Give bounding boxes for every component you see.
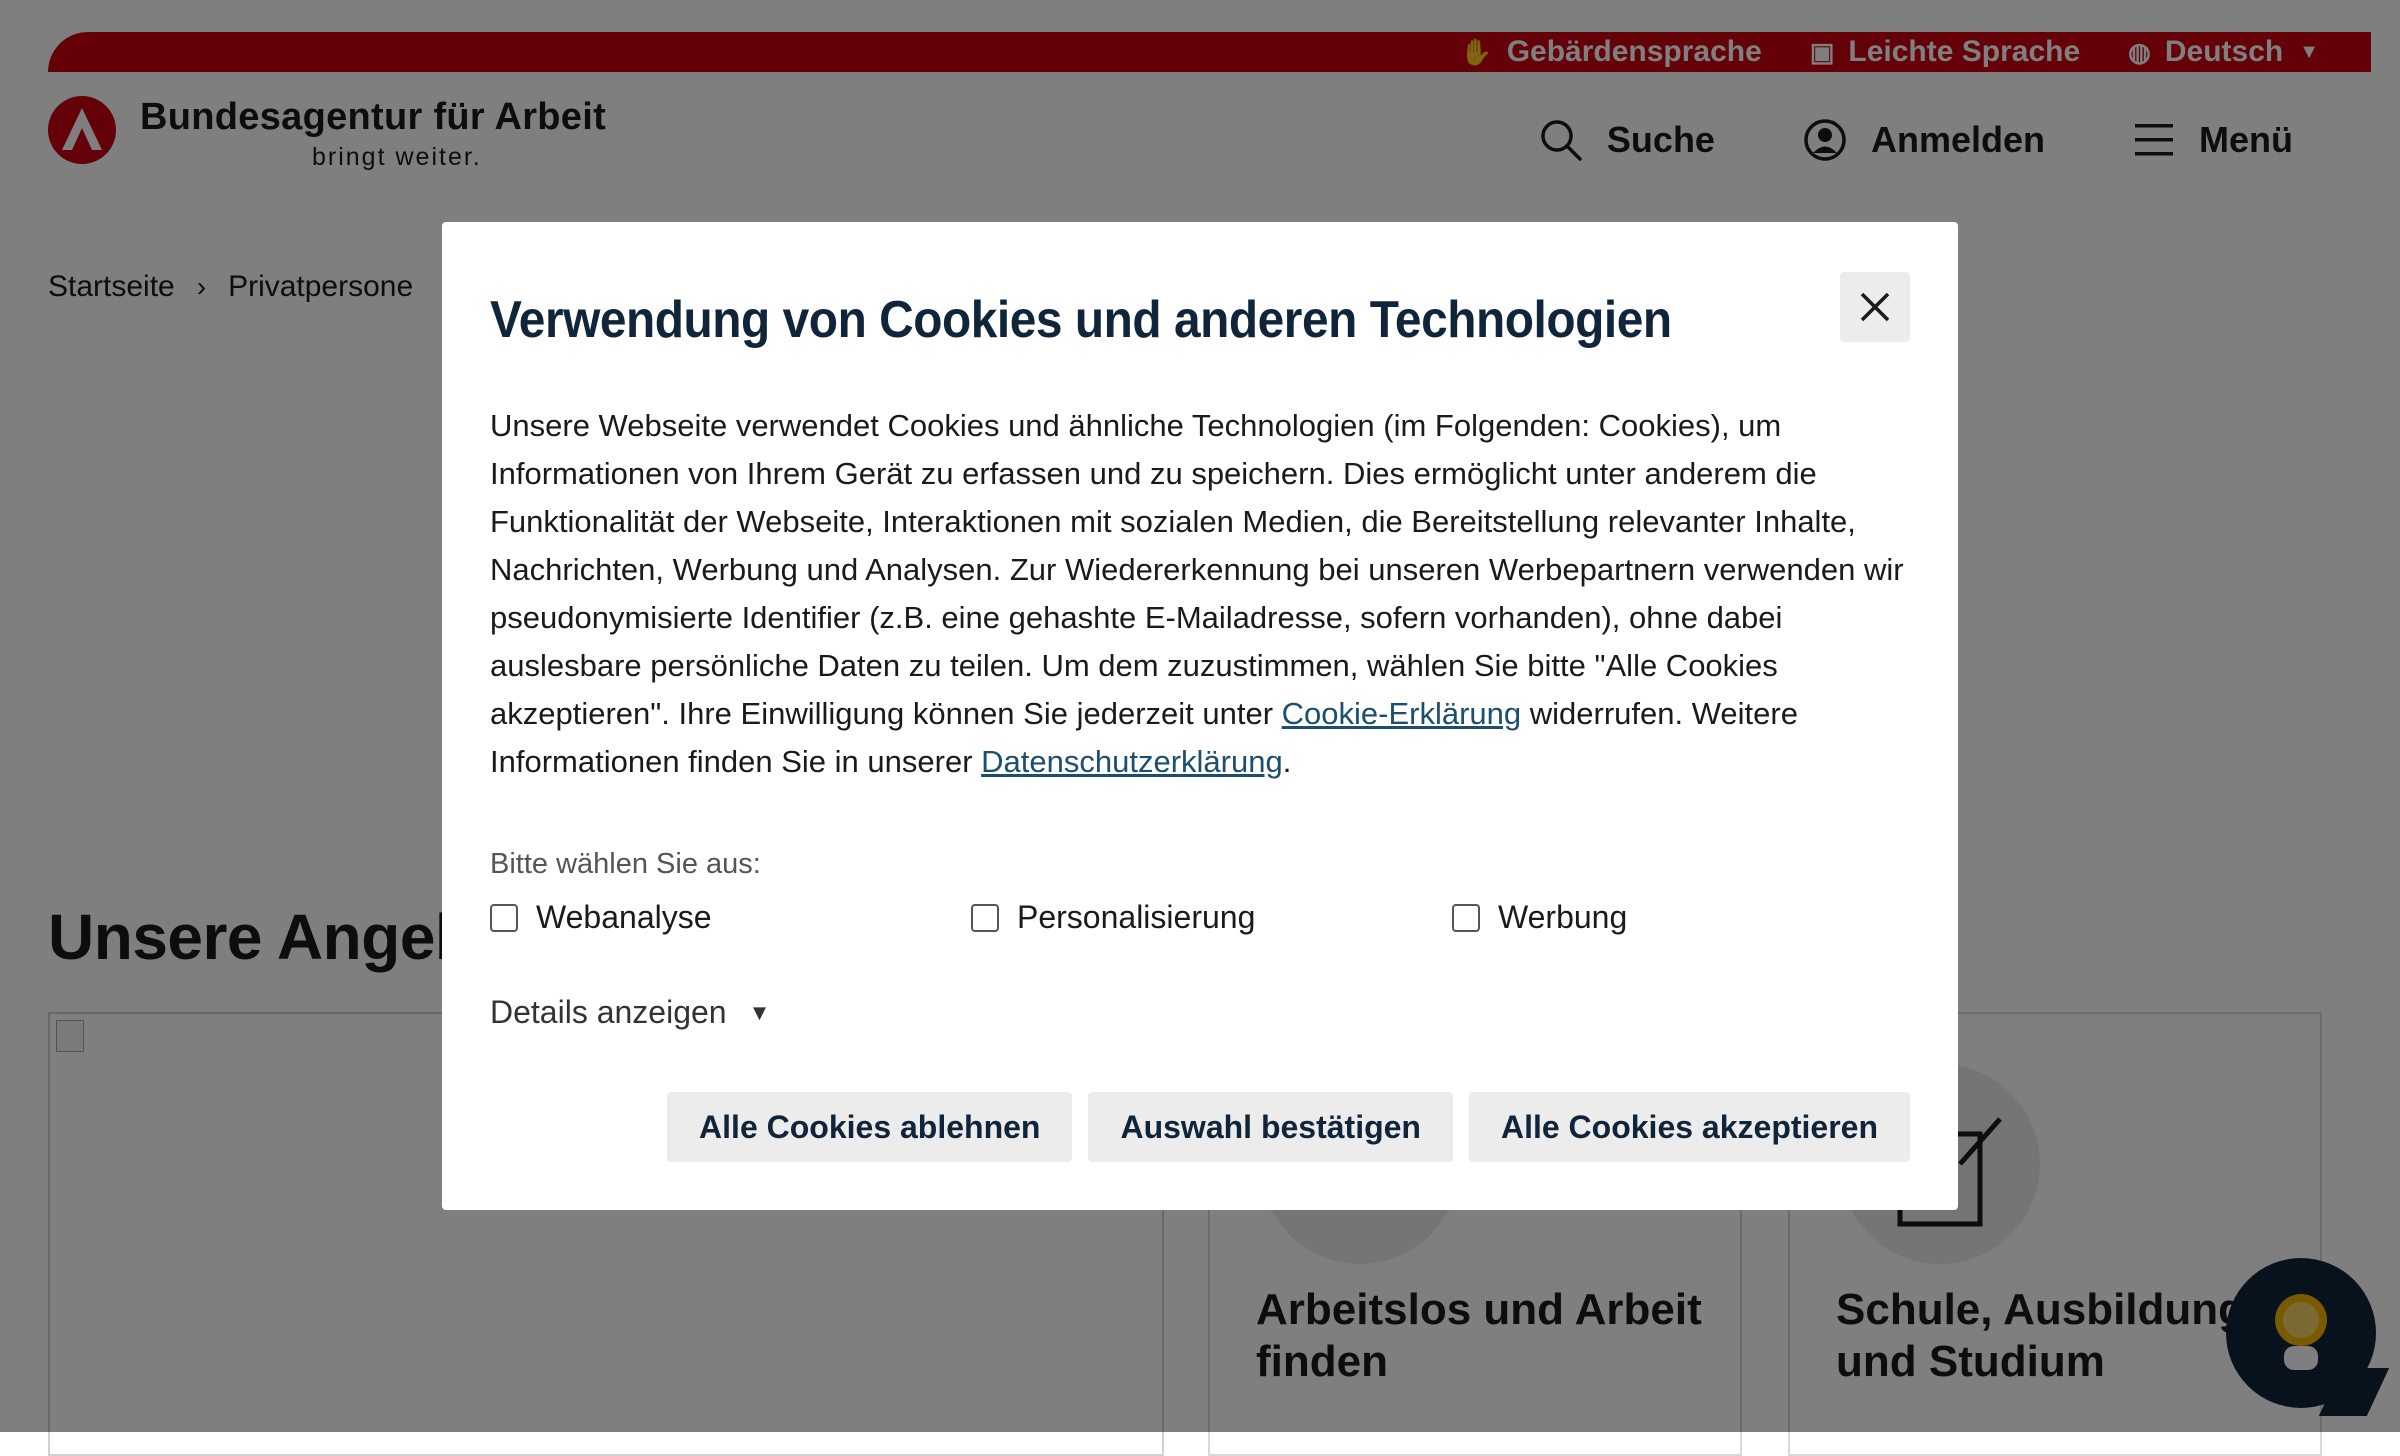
webanalyse-option[interactable]: Webanalyse [490,899,971,936]
dialog-description: Unsere Webseite verwendet Cookies und äh… [490,402,1910,786]
werbung-checkbox[interactable] [1452,903,1480,932]
werbung-label: Werbung [1498,899,1628,935]
personalisierung-checkbox[interactable] [971,903,999,932]
werbung-option[interactable]: Werbung [1452,899,1627,936]
accept-all-button[interactable]: Alle Cookies akzeptieren [1468,1092,1910,1162]
description-text-3: . [1282,744,1292,779]
webanalyse-checkbox[interactable] [490,903,518,932]
confirm-selection-button[interactable]: Auswahl bestätigen [1088,1092,1453,1162]
choose-label: Bitte wählen Sie aus: [490,848,761,880]
privacy-policy-link[interactable]: Datenschutzerklärung [981,744,1283,779]
details-label: Details anzeigen [490,994,727,1030]
caret-down-icon: ▼ [748,999,771,1025]
details-toggle[interactable]: Details anzeigen ▼ [490,994,1910,1031]
close-icon [1860,292,1890,322]
consent-options: Webanalyse Personalisierung Werbung [490,899,1910,936]
dialog-actions: Alle Cookies ablehnen Auswahl bestätigen… [651,1092,1910,1162]
reject-all-button[interactable]: Alle Cookies ablehnen [667,1092,1073,1162]
cookie-declaration-link[interactable]: Cookie-Erklärung [1282,696,1522,731]
personalisierung-option[interactable]: Personalisierung [971,899,1452,936]
dialog-title: Verwendung von Cookies und anderen Techn… [490,291,1672,349]
personalisierung-label: Personalisierung [1017,899,1256,935]
webanalyse-label: Webanalyse [536,899,712,935]
description-text-1: Unsere Webseite verwendet Cookies und äh… [490,408,1904,731]
cookie-consent-dialog: Verwendung von Cookies und anderen Techn… [442,222,1958,1210]
close-button[interactable] [1840,272,1910,342]
